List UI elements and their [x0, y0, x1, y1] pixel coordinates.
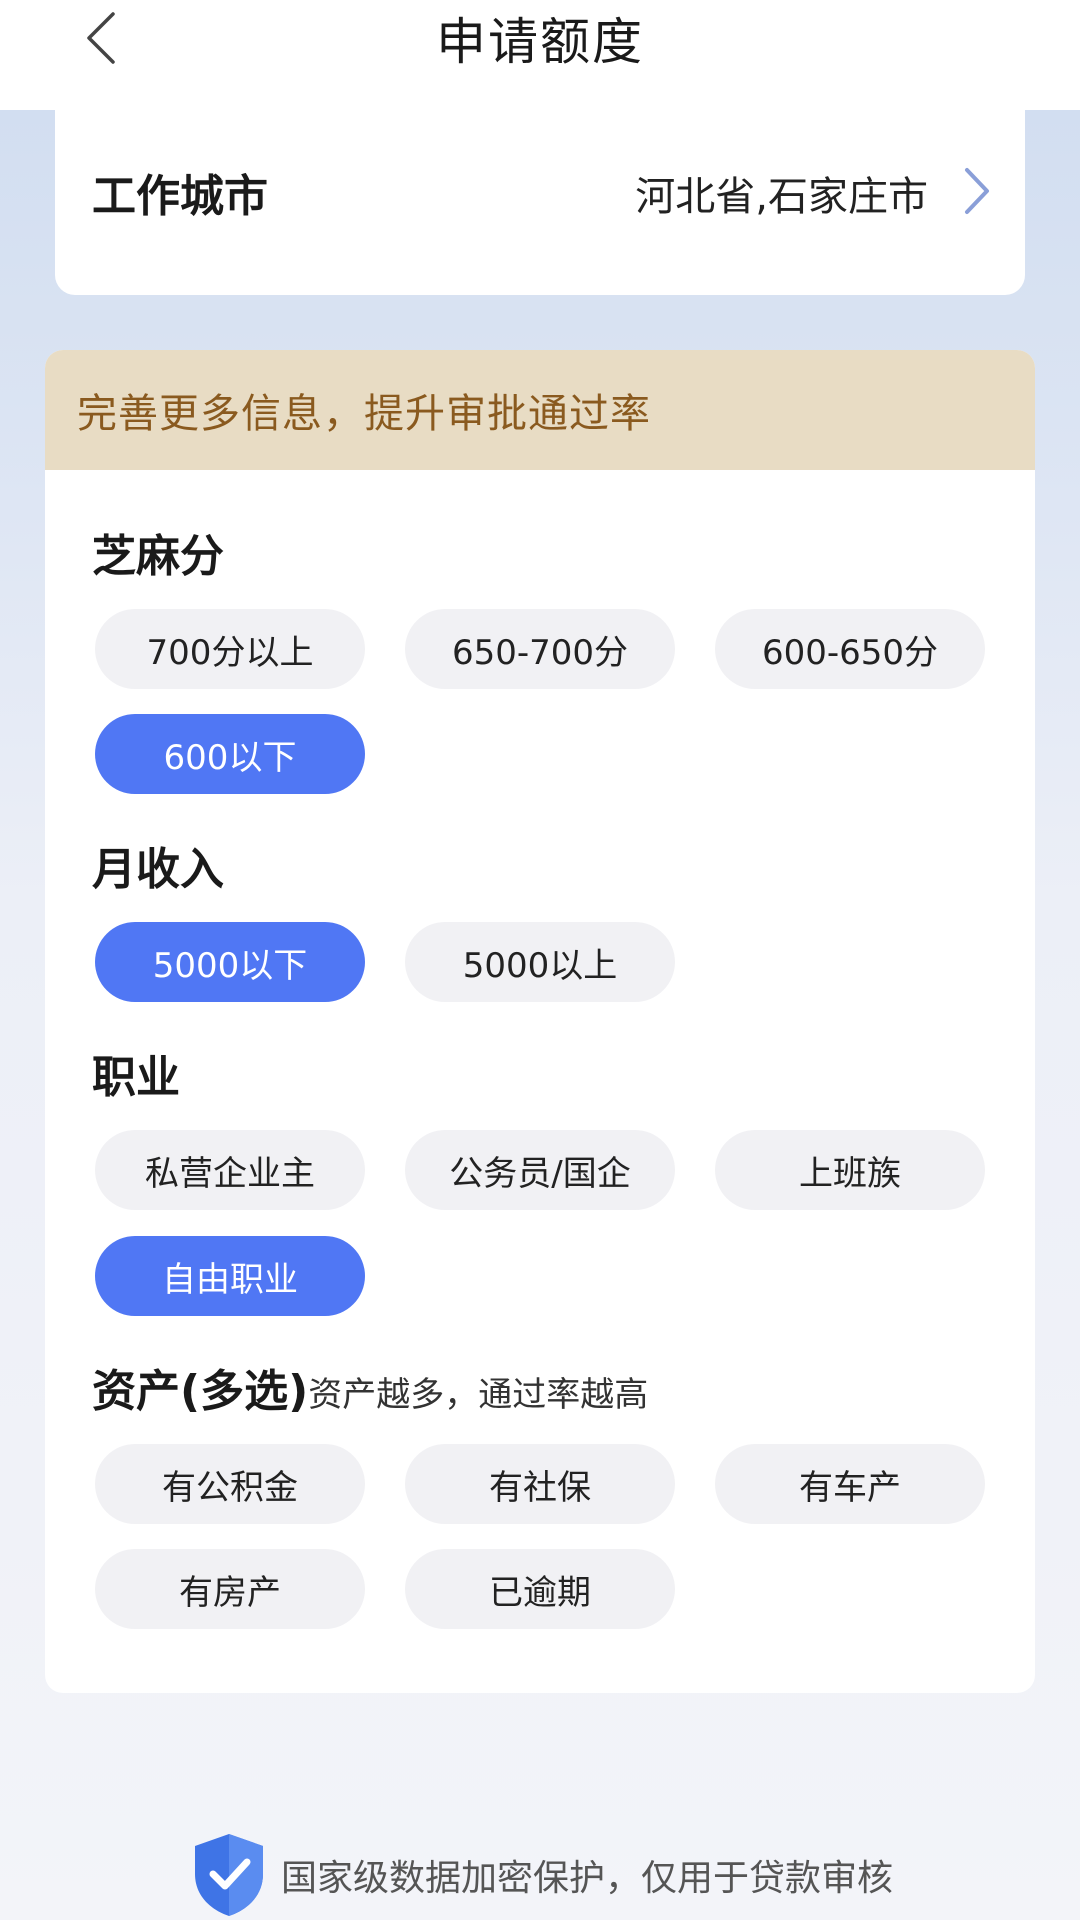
security-footer-text: 国家级数据加密保护，仅用于贷款审核	[280, 1858, 893, 1899]
income-option[interactable]: 5000以上	[405, 922, 675, 1002]
income-option-selected[interactable]: 5000以下	[95, 922, 365, 1002]
occupation-option[interactable]: 私营企业主	[95, 1130, 365, 1210]
assets-subtitle: 资产越多，通过率越高	[308, 1375, 649, 1415]
sesame-option[interactable]: 600-650分	[715, 609, 985, 689]
info-banner: 完善更多信息，提升审批通过率	[45, 350, 1035, 470]
chevron-right-icon	[965, 168, 989, 214]
asset-option[interactable]: 有车产	[715, 1444, 985, 1524]
sesame-option[interactable]: 650-700分	[405, 609, 675, 689]
occupation-option-selected[interactable]: 自由职业	[95, 1236, 365, 1316]
sesame-option-selected[interactable]: 600以下	[95, 714, 365, 794]
work-city-row[interactable]: 工作城市 河北省,石家庄市	[55, 100, 1025, 295]
shield-check-icon	[194, 1834, 263, 1916]
work-city-label: 工作城市	[92, 171, 268, 222]
asset-option[interactable]: 有社保	[405, 1444, 675, 1524]
info-card: 完善更多信息，提升审批通过率 芝麻分 700分以上 650-700分 600-6…	[45, 350, 1035, 1693]
asset-option[interactable]: 有房产	[95, 1549, 365, 1629]
top-bar: 申请额度	[0, 0, 1080, 110]
security-footer: 国家级数据加密保护，仅用于贷款审核	[0, 1830, 1080, 1920]
page-title: 申请额度	[436, 12, 644, 71]
sesame-score-title: 芝麻分	[92, 531, 224, 582]
asset-option[interactable]: 已逾期	[405, 1549, 675, 1629]
work-city-value: 河北省,石家庄市	[635, 174, 928, 220]
assets-title-text: 资产(多选)	[92, 1366, 309, 1417]
asset-option[interactable]: 有公积金	[95, 1444, 365, 1524]
occupation-option[interactable]: 上班族	[715, 1130, 985, 1210]
occupation-title: 职业	[92, 1052, 180, 1103]
sesame-option[interactable]: 700分以上	[95, 609, 365, 689]
monthly-income-title: 月收入	[92, 844, 224, 895]
assets-title: 资产(多选)资产越多，通过率越高	[92, 1355, 648, 1419]
occupation-option[interactable]: 公务员/国企	[405, 1130, 675, 1210]
